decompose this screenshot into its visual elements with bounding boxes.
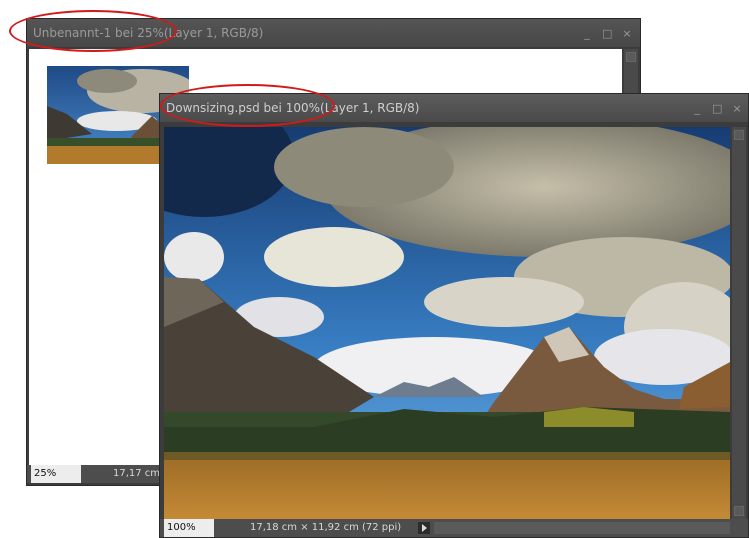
zoom-level-field[interactable]: 25% [31,465,81,483]
maximize-icon[interactable]: □ [712,102,722,115]
scroll-down-arrow-icon[interactable] [734,506,744,516]
window-title: Unbenannt-1 bei 25%(Layer 1, RGB/8) [33,26,264,40]
maximize-icon[interactable]: □ [602,27,612,40]
scroll-up-arrow-icon[interactable] [734,130,744,140]
minimize-icon[interactable]: _ [582,27,592,40]
horizontal-scrollbar[interactable] [434,522,730,534]
zoom-level-field[interactable]: 100% [164,519,214,537]
window-titlebar[interactable]: Downsizing.psd bei 100%(Layer 1, RGB/8) [160,94,748,122]
document-canvas[interactable] [164,127,730,519]
document-window-downsizing[interactable]: Downsizing.psd bei 100%(Layer 1, RGB/8) … [159,93,749,538]
document-dimensions: 17,18 cm × 11,92 cm (72 ppi) [250,522,402,533]
status-bar: 100% 17,18 cm × 11,92 cm (72 ppi) [160,519,748,537]
status-menu-arrow-icon[interactable] [418,522,430,534]
window-controls: _ □ × [692,94,742,122]
minimize-icon[interactable]: _ [692,102,702,115]
window-controls: _ □ × [582,19,632,47]
document-dimensions: 17,17 cm [113,468,161,479]
close-icon[interactable]: × [622,27,632,40]
close-icon[interactable]: × [732,102,742,115]
landscape-photo [164,127,730,519]
window-titlebar[interactable]: Unbenannt-1 bei 25%(Layer 1, RGB/8) [27,19,640,47]
vertical-scrollbar[interactable] [732,127,746,519]
scroll-up-arrow-icon[interactable] [626,52,636,62]
window-title: Downsizing.psd bei 100%(Layer 1, RGB/8) [166,101,420,115]
